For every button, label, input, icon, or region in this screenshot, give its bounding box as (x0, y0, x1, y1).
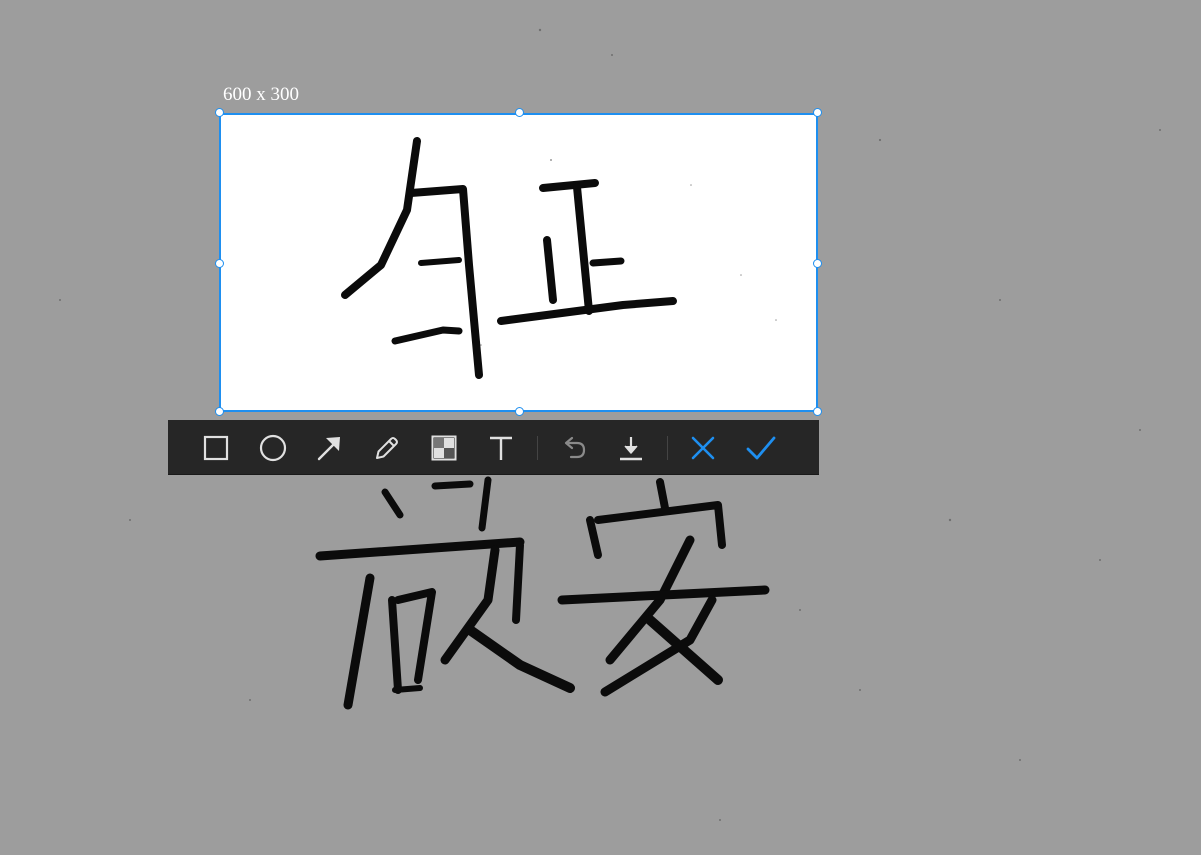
resize-handle-top[interactable] (515, 108, 524, 117)
close-icon (691, 436, 715, 460)
resize-handle-top-left[interactable] (215, 108, 224, 117)
mosaic-tool[interactable] (428, 432, 460, 464)
check-icon (746, 436, 776, 460)
arrow-icon (317, 437, 340, 461)
resize-handle-bottom[interactable] (515, 407, 524, 416)
resize-handle-right[interactable] (813, 259, 822, 268)
save-button[interactable] (615, 432, 647, 464)
arrow-tool[interactable] (313, 432, 345, 464)
annotation-toolbar (168, 420, 819, 475)
confirm-button[interactable] (745, 432, 777, 464)
download-icon (620, 437, 642, 461)
toolbar-divider (667, 436, 668, 460)
capture-selection[interactable] (219, 113, 818, 412)
resize-handle-left[interactable] (215, 259, 224, 268)
text-icon (490, 436, 512, 460)
resize-handle-bottom-right[interactable] (813, 407, 822, 416)
pencil-icon (376, 437, 398, 459)
mosaic-icon (431, 435, 457, 461)
rectangle-tool[interactable] (200, 432, 232, 464)
undo-button[interactable] (558, 432, 590, 464)
resize-handle-top-right[interactable] (813, 108, 822, 117)
pen-tool[interactable] (371, 432, 403, 464)
toolbar-divider (537, 436, 538, 460)
cancel-button[interactable] (687, 432, 719, 464)
text-tool[interactable] (485, 432, 517, 464)
undo-icon (564, 436, 586, 459)
selection-calligraphy-image (341, 137, 777, 379)
resize-handle-bottom-left[interactable] (215, 407, 224, 416)
ellipse-tool[interactable] (257, 432, 289, 464)
circle-outline-icon (259, 434, 287, 462)
square-outline-icon (203, 435, 229, 461)
selection-size-label: 600 x 300 (223, 84, 299, 105)
